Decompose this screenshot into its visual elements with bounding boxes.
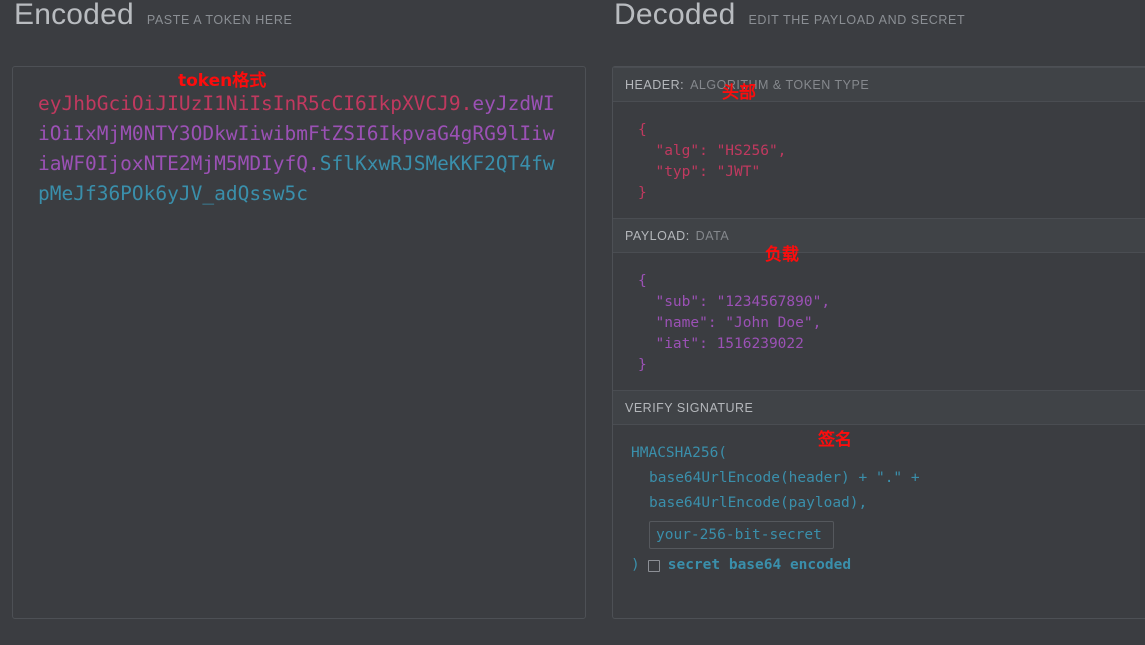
token-separator-1: . [460,92,473,115]
jwt-token-text: eyJhbGciOiJIUzI1NiIsInR5cCI6IkpXVCJ9.eyJ… [38,89,561,209]
decoded-panel: HEADER: ALGORITHM & TOKEN TYPE { "alg": … [612,66,1145,619]
header-section-bar: HEADER: ALGORITHM & TOKEN TYPE [613,67,1145,102]
hmac-open-line: HMACSHA256( [631,445,728,461]
token-separator-2: . [308,152,320,175]
decoded-column: Decoded EDIT THE PAYLOAD AND SECRET HEAD… [600,0,1145,645]
base64-encoded-label: secret base64 encoded [667,557,852,573]
signature-section-label: VERIFY SIGNATURE [625,400,754,415]
payload-json-editor[interactable]: { "sub": "1234567890", "name": "John Doe… [613,253,1145,390]
signature-editor: HMACSHA256( base64UrlEncode(header) + ".… [613,425,1145,578]
hmac-close-paren: ) [631,557,640,573]
header-section-sublabel: ALGORITHM & TOKEN TYPE [690,77,870,92]
header-json-editor[interactable]: { "alg": "HS256", "typ": "JWT" } [613,102,1145,218]
payload-section-bar: PAYLOAD: DATA [613,218,1145,253]
encoded-header: Encoded PASTE A TOKEN HERE [12,0,586,66]
encoded-token-input[interactable]: eyJhbGciOiJIUzI1NiIsInR5cCI6IkpXVCJ9.eyJ… [12,66,586,619]
signature-footer: ) secret base64 encoded [631,553,1145,578]
encoded-column: Encoded PASTE A TOKEN HERE eyJhbGciOiJIU… [0,0,600,645]
decoded-header: Decoded EDIT THE PAYLOAD AND SECRET [612,0,1145,66]
base64-payload-line: base64UrlEncode(payload), [649,495,868,511]
jwt-debugger-page: Encoded PASTE A TOKEN HERE eyJhbGciOiJIU… [0,0,1145,645]
base64-encoded-checkbox[interactable] [647,559,660,572]
secret-input[interactable] [649,521,834,549]
token-header-segment: eyJhbGciOiJIUzI1NiIsInR5cCI6IkpXVCJ9 [38,92,461,115]
header-section-label: HEADER: [625,77,685,92]
encoded-title: Encoded [14,0,134,31]
decoded-title: Decoded [614,0,736,31]
encoded-subtitle: PASTE A TOKEN HERE [146,13,293,27]
payload-json-content: { "sub": "1234567890", "name": "John Doe… [638,273,831,373]
decoded-subtitle: EDIT THE PAYLOAD AND SECRET [748,13,966,27]
payload-section-label: PAYLOAD: [625,228,690,243]
header-json-content: { "alg": "HS256", "typ": "JWT" } [638,122,787,201]
payload-section-sublabel: DATA [695,228,730,243]
base64-header-line: base64UrlEncode(header) + "." + [649,470,920,486]
signature-section-bar: VERIFY SIGNATURE [613,390,1145,425]
